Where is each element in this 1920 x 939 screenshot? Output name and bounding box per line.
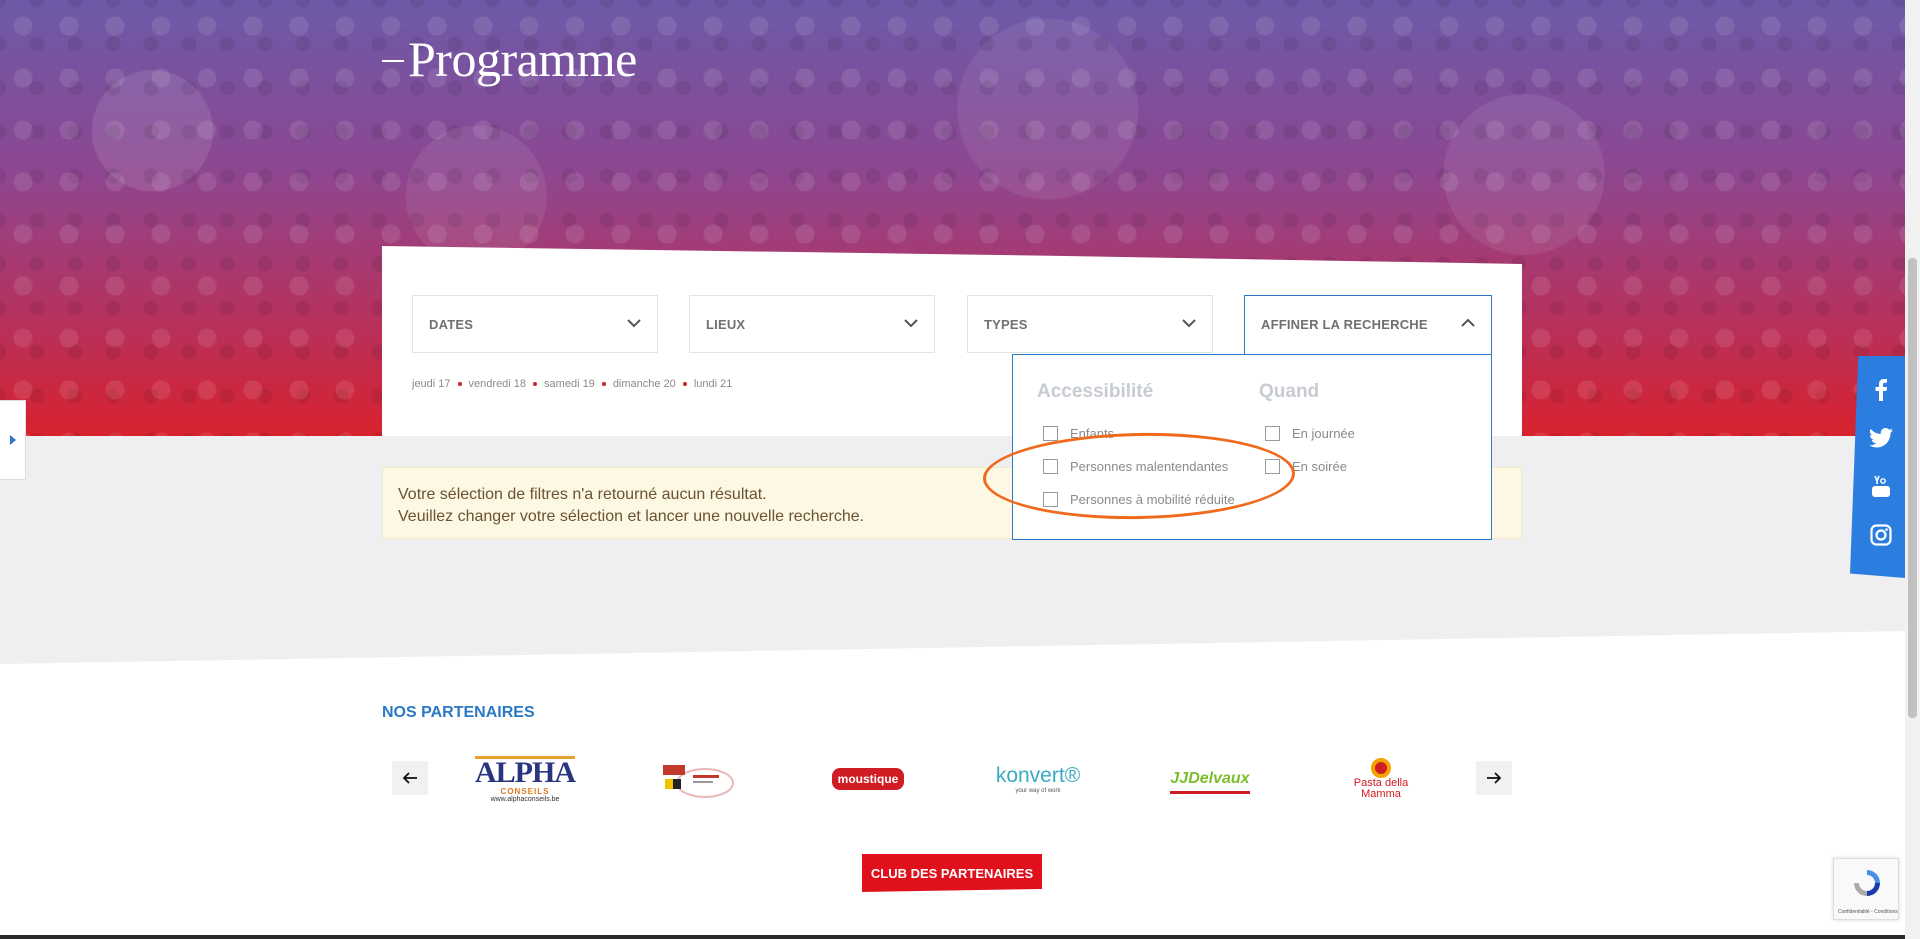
logo-text: CONSEILS (500, 786, 550, 796)
chevron-up-icon (1461, 318, 1475, 327)
caret-right-icon (9, 435, 16, 445)
chevron-down-icon (1182, 319, 1196, 328)
day-link[interactable]: jeudi 17 (412, 378, 451, 390)
scrollbar-thumb[interactable] (1908, 258, 1917, 718)
day-separator (601, 382, 606, 386)
bottom-bar (0, 935, 1905, 939)
affiner-dropdown[interactable]: AFFINER LA RECHERCHE (1244, 295, 1492, 355)
carousel-next-button[interactable] (1476, 761, 1512, 795)
day-link[interactable]: samedi 19 (544, 378, 595, 390)
club-partenaires-button[interactable]: CLUB DES PARTENAIRES (862, 854, 1042, 892)
day-list: jeudi 17 vendredi 18 samedi 19 dimanche … (412, 378, 732, 390)
logo-text: www.alphaconseils.be (490, 795, 560, 803)
wavre-logo-icon (663, 765, 734, 798)
recaptcha-badge[interactable]: Confidentialité - Conditions (1833, 858, 1899, 920)
carousel-prev-button[interactable] (392, 761, 428, 795)
when-title: Quand (1259, 381, 1320, 402)
partners-title: NOS PARTENAIRES (382, 704, 535, 721)
partner-logo-jjdelvaux[interactable]: JJDelvaux (1170, 767, 1250, 794)
option-label: En journée (1292, 426, 1355, 441)
arrow-left-icon (402, 772, 417, 784)
option-en-journee[interactable]: En journée (1259, 417, 1355, 450)
types-dropdown[interactable]: TYPES (967, 295, 1213, 353)
checkbox[interactable] (1265, 459, 1280, 474)
facebook-icon[interactable] (1868, 377, 1894, 403)
title-dash (382, 59, 404, 62)
instagram-icon[interactable] (1868, 522, 1894, 548)
day-separator (457, 382, 462, 386)
option-enfants[interactable]: Enfants (1037, 417, 1235, 450)
logo-text: JJDelvaux (1170, 770, 1250, 787)
partner-logo-konvert[interactable]: konvert® your way of work (996, 752, 1080, 806)
checkbox[interactable] (1265, 426, 1280, 441)
logo-text: konvert® (995, 764, 1081, 787)
logo-text: ALPHA (475, 755, 576, 789)
partner-logo-moustique[interactable]: moustique (831, 752, 905, 806)
option-malentendantes[interactable]: Personnes malentendantes (1037, 450, 1235, 483)
chevron-down-icon (627, 319, 641, 328)
refine-panel: Accessibilité Enfants Personnes malenten… (1012, 354, 1492, 540)
side-panel-toggle[interactable] (0, 400, 26, 480)
day-separator (533, 382, 538, 386)
recaptcha-icon (1854, 870, 1880, 896)
option-en-soiree[interactable]: En soirée (1259, 450, 1355, 483)
affiner-dropdown-label: AFFINER LA RECHERCHE (1261, 317, 1428, 332)
checkbox[interactable] (1043, 459, 1058, 474)
checkbox[interactable] (1043, 492, 1058, 507)
when-column: Quand En journée En soirée (1259, 381, 1355, 483)
accessibility-title: Accessibilité (1037, 381, 1154, 402)
page-title: Programme (382, 30, 637, 88)
option-label: En soirée (1292, 459, 1347, 474)
dates-dropdown-label: DATES (429, 317, 474, 332)
option-label: Personnes à mobilité réduite (1070, 492, 1235, 507)
lieux-dropdown-label: LIEUX (706, 317, 746, 332)
lieux-dropdown[interactable]: LIEUX (689, 295, 935, 353)
accessibility-column: Accessibilité Enfants Personnes malenten… (1037, 381, 1235, 516)
arrow-right-icon (1487, 772, 1502, 784)
logo-text: moustique (831, 768, 905, 790)
pasta-logo-icon (1371, 758, 1391, 778)
option-label: Personnes malentendantes (1070, 459, 1229, 474)
types-dropdown-label: TYPES (984, 317, 1028, 332)
dates-dropdown[interactable]: DATES (412, 295, 658, 353)
partner-logo-wavre[interactable] (656, 752, 736, 806)
partner-logo-pasta-della-mamma[interactable]: Pasta della Mamma (1344, 752, 1418, 806)
day-separator (682, 382, 687, 386)
recaptcha-text[interactable]: Confidentialité - Conditions (1838, 909, 1898, 915)
day-link[interactable]: vendredi 18 (469, 378, 527, 390)
day-link[interactable]: dimanche 20 (613, 378, 676, 390)
option-label: Enfants (1070, 426, 1115, 441)
youtube-icon[interactable] (1868, 473, 1894, 499)
checkbox[interactable] (1043, 426, 1058, 441)
logo-text: Pasta della Mamma (1353, 777, 1409, 800)
partner-logo-alpha[interactable]: ALPHA CONSEILS www.alphaconseils.be (475, 752, 576, 806)
chevron-down-icon (904, 319, 918, 328)
day-link[interactable]: lundi 21 (694, 378, 733, 390)
twitter-icon[interactable] (1868, 425, 1894, 451)
option-mobilite-reduite[interactable]: Personnes à mobilité réduite (1037, 483, 1235, 516)
logo-text: your way of work (1015, 788, 1061, 794)
page-title-text: Programme (408, 31, 637, 87)
